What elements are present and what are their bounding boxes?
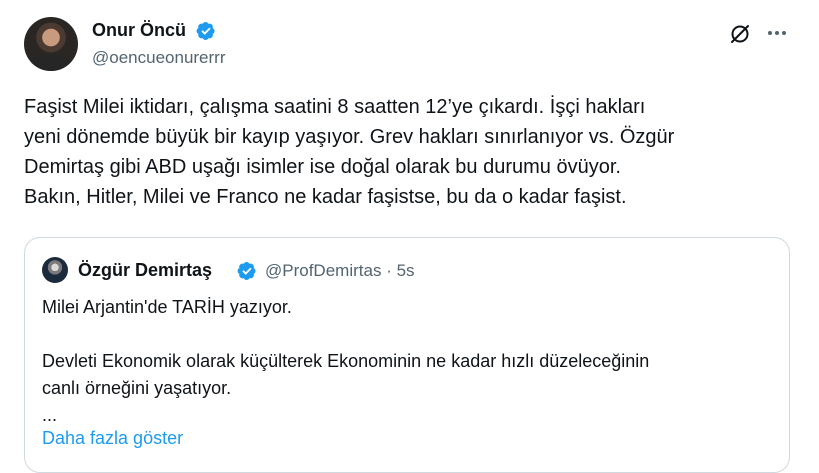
quoted-text-line: Devleti Ekonomik olarak küçülterek Ekono… <box>42 351 650 371</box>
quoted-author-avatar[interactable] <box>42 257 68 283</box>
show-more-link[interactable]: Daha fazla göster <box>42 428 183 449</box>
author-name[interactable]: Onur Öncü <box>92 20 186 41</box>
quoted-timestamp[interactable]: 5s <box>397 261 415 280</box>
quoted-tweet[interactable]: Özgür Demirtaş @ProfDemirtas · 5s Milei … <box>24 237 790 473</box>
verified-badge-icon <box>196 22 215 40</box>
quoted-text-line: canlı örneğini yaşatıyor. <box>42 378 232 398</box>
quoted-author-handle[interactable]: @ProfDemirtas <box>265 261 381 280</box>
grok-icon[interactable] <box>728 22 752 46</box>
meta-separator: · <box>386 261 392 280</box>
author-handle[interactable]: @oencueonurerrr <box>92 48 226 68</box>
tweet-text-line: Bakın, Hitler, Milei ve Franco ne kadar … <box>24 186 627 208</box>
tweet-text-line: yeni dönemde büyük bir kayıp yaşıyor. Gr… <box>24 126 675 148</box>
tweet-text: Faşist Milei iktidarı, çalışma saatini 8… <box>24 92 794 212</box>
quoted-text-line: ... <box>42 405 58 425</box>
quoted-text: Milei Arjantin'de TARİH yazıyor. Devleti… <box>42 294 762 429</box>
quoted-author-name[interactable]: Özgür Demirtaş <box>78 260 212 281</box>
more-options-icon[interactable] <box>764 20 790 46</box>
tweet-text-line: Faşist Milei iktidarı, çalışma saatini 8… <box>24 96 646 118</box>
verified-badge-icon <box>237 262 256 280</box>
quoted-text-line: Milei Arjantin'de TARİH yazıyor. <box>42 297 292 317</box>
tweet-text-line: Demirtaş gibi ABD uşağı isimler ise doğa… <box>24 156 621 178</box>
author-avatar[interactable] <box>24 17 78 71</box>
quoted-meta: @ProfDemirtas · 5s <box>265 261 415 281</box>
